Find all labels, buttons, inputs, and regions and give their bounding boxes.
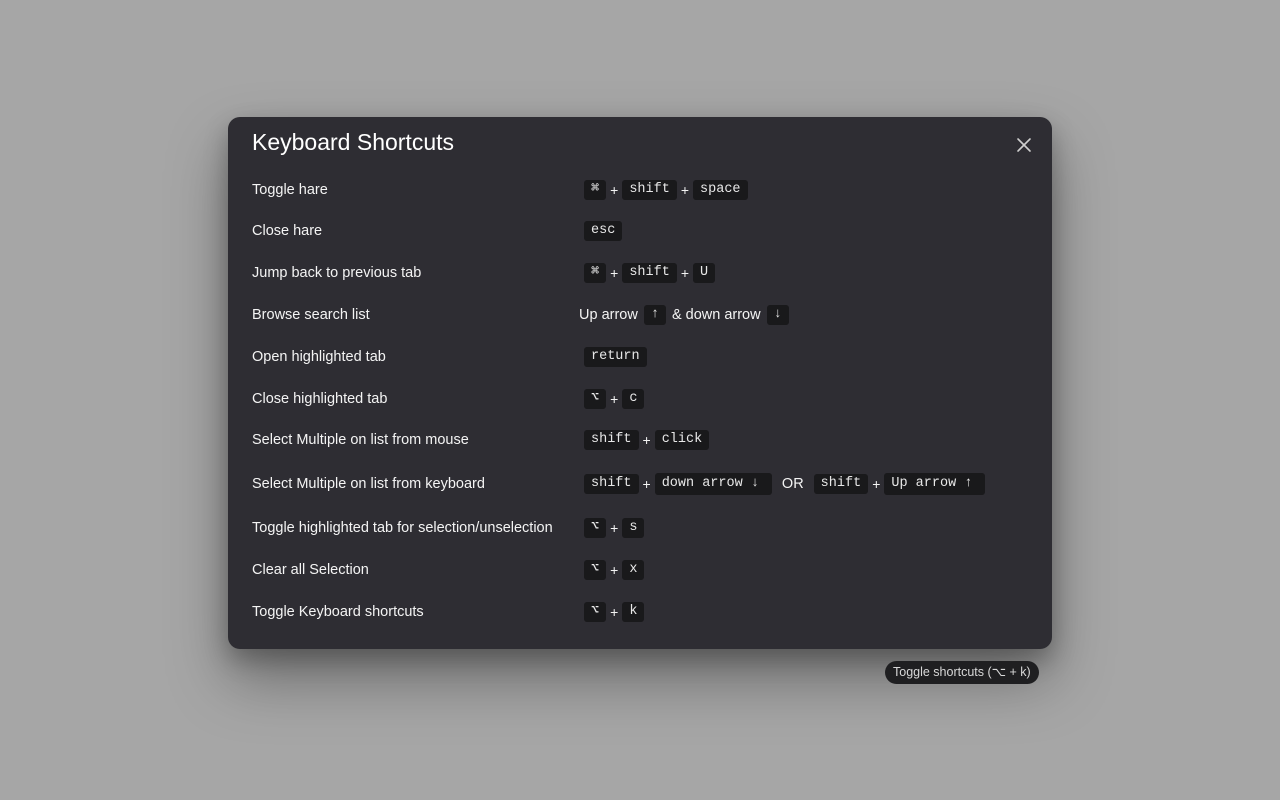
esc-key: esc	[584, 221, 623, 242]
shortcut-label: Clear all Selection	[252, 562, 369, 578]
shortcut-label: Toggle Keyboard shortcuts	[252, 604, 424, 620]
plus-separator: +	[610, 181, 619, 198]
shortcut-keys: ⌘ + shift + U	[582, 262, 717, 283]
shortcut-row: Open highlighted tab return	[252, 337, 1032, 379]
shortcut-keys: ⌥ + c	[582, 388, 646, 409]
shortcut-keys: ⌥ + x	[582, 560, 646, 580]
shortcut-list: Toggle hare ⌘ + shift + space Close hare…	[252, 169, 1032, 633]
shortcut-row: Browse search list Up arrow ↑ & down arr…	[252, 294, 1032, 337]
shortcut-label: Browse search list	[252, 307, 370, 323]
shift-key: shift	[584, 430, 639, 451]
option-key: ⌥	[584, 602, 607, 622]
or-text: OR	[781, 476, 804, 492]
shortcut-keys: Up arrow ↑ & down arrow ↓	[579, 305, 791, 325]
plus-separator: +	[680, 181, 690, 198]
command-key: ⌘	[584, 179, 607, 200]
shortcut-label: Jump back to previous tab	[252, 264, 422, 281]
return-key: return	[584, 347, 647, 368]
down-arrow-key: down arrow ↓	[654, 473, 772, 495]
shortcut-row: Close highlighted tab ⌥ + c	[252, 378, 1032, 420]
shortcut-keys: shift + down arrow ↓ OR shift + Up arrow…	[582, 473, 987, 495]
shortcut-row: Jump back to previous tab ⌘ + shift + U	[252, 252, 1032, 294]
shortcut-label: Open highlighted tab	[252, 349, 386, 366]
s-key: s	[622, 518, 645, 538]
shortcut-keys: shift + click	[582, 430, 711, 451]
shortcut-keys: ⌘ + shift + space	[582, 179, 750, 200]
k-key: k	[622, 602, 645, 622]
shortcut-row: Clear all Selection ⌥ + x	[252, 549, 1032, 591]
up-arrow-text: Up arrow	[579, 307, 638, 323]
u-key: U	[693, 262, 716, 283]
shift-key: shift	[813, 474, 869, 494]
option-key: ⌥	[584, 518, 607, 538]
shortcut-keys: return	[582, 347, 649, 368]
command-key: ⌘	[584, 262, 607, 283]
close-icon	[1017, 138, 1031, 152]
plus-separator: +	[642, 432, 651, 449]
toggle-shortcuts-button[interactable]: Toggle shortcuts (⌥ + k)	[885, 661, 1039, 684]
shortcut-keys: ⌥ + s	[582, 518, 646, 538]
shortcut-row: Close hare esc	[252, 211, 1032, 253]
shortcut-label: Close hare	[252, 223, 323, 240]
shortcut-keys: ⌥ + k	[582, 602, 646, 622]
shortcut-label: Select Multiple on list from mouse	[252, 432, 469, 449]
plus-separator: +	[610, 520, 619, 536]
modal-title: Keyboard Shortcuts	[252, 129, 455, 155]
space-key: space	[693, 179, 748, 200]
up-arrow-key: ↑	[643, 305, 666, 325]
down-arrow-text: & down arrow	[671, 307, 761, 323]
close-button[interactable]	[1014, 135, 1034, 155]
plus-separator: +	[610, 264, 619, 281]
c-key: c	[622, 388, 645, 409]
shortcut-row: Toggle Keyboard shortcuts ⌥ + k	[252, 591, 1032, 633]
shortcut-label: Close highlighted tab	[252, 390, 388, 407]
option-key: ⌥	[584, 388, 607, 409]
plus-separator: +	[680, 264, 690, 281]
plus-separator: +	[610, 390, 619, 407]
click-key: click	[654, 430, 710, 451]
plus-separator: +	[610, 562, 619, 578]
up-arrow-key: Up arrow ↑	[884, 473, 986, 495]
shortcut-row: Toggle highlighted tab for selection/uns…	[252, 507, 1032, 549]
plus-separator: +	[642, 476, 651, 492]
shortcut-row: Select Multiple on list from keyboard sh…	[252, 461, 1032, 507]
shift-key: shift	[622, 179, 677, 200]
option-key: ⌥	[584, 560, 607, 580]
x-key: x	[622, 560, 645, 580]
shift-key: shift	[622, 262, 677, 283]
shortcut-label: Toggle highlighted tab for selection/uns…	[252, 520, 553, 536]
shift-key: shift	[584, 474, 639, 494]
keyboard-shortcuts-modal: Keyboard Shortcuts Toggle hare ⌘ + shift…	[228, 117, 1052, 649]
shortcut-label: Toggle hare	[252, 181, 328, 198]
shortcut-label: Select Multiple on list from keyboard	[252, 476, 485, 492]
plus-separator: +	[610, 604, 619, 620]
shortcut-row: Toggle hare ⌘ + shift + space	[252, 169, 1032, 211]
down-arrow-key: ↓	[766, 305, 789, 325]
shortcut-keys: esc	[582, 221, 624, 242]
shortcut-row: Select Multiple on list from mouse shift…	[252, 420, 1032, 462]
plus-separator: +	[872, 476, 881, 492]
